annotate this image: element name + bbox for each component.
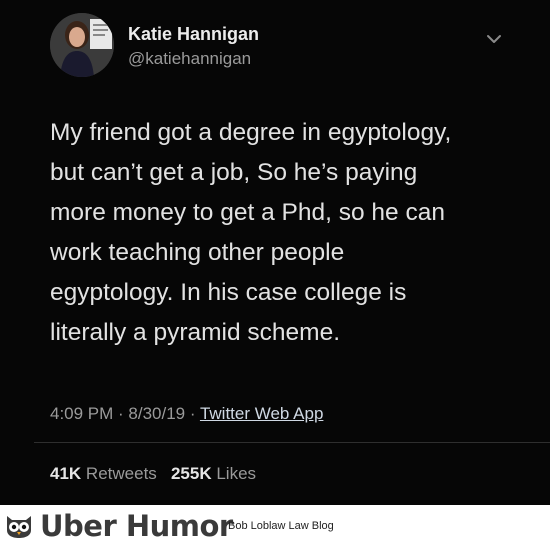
source-app-link[interactable]: Twitter Web App: [200, 404, 323, 423]
retweets-stat[interactable]: 41K Retweets: [50, 464, 157, 483]
chevron-down-icon[interactable]: [484, 29, 504, 49]
user-handle[interactable]: @katiehannigan: [128, 49, 251, 69]
avatar[interactable]: [50, 13, 114, 77]
tweet-timestamp: 4:09 PM · 8/30/19 ·: [50, 404, 200, 423]
user-name[interactable]: Katie Hannigan: [128, 24, 259, 45]
tweet-stats: 41K Retweets 255K Likes: [50, 464, 256, 484]
brand-name: Uber Humor: [40, 509, 233, 543]
tweet-card: Katie Hannigan @katiehannigan My friend …: [0, 0, 550, 505]
likes-stat[interactable]: 255K Likes: [171, 464, 256, 483]
retweets-label: Retweets: [85, 464, 157, 483]
likes-label: Likes: [216, 464, 257, 483]
owl-logo-icon: [7, 516, 31, 538]
tweet-text: My friend got a degree in egyptology, bu…: [50, 119, 452, 346]
tweet-meta: 4:09 PM · 8/30/19 · Twitter Web App: [50, 404, 323, 424]
divider: [34, 442, 550, 443]
blog-credit: Bob Loblaw Law Blog: [228, 520, 334, 532]
watermark-footer: Uber Humor Bob Loblaw Law Blog: [0, 505, 550, 546]
likes-count: 255K: [170, 464, 212, 483]
retweets-count: 41K: [50, 464, 82, 483]
